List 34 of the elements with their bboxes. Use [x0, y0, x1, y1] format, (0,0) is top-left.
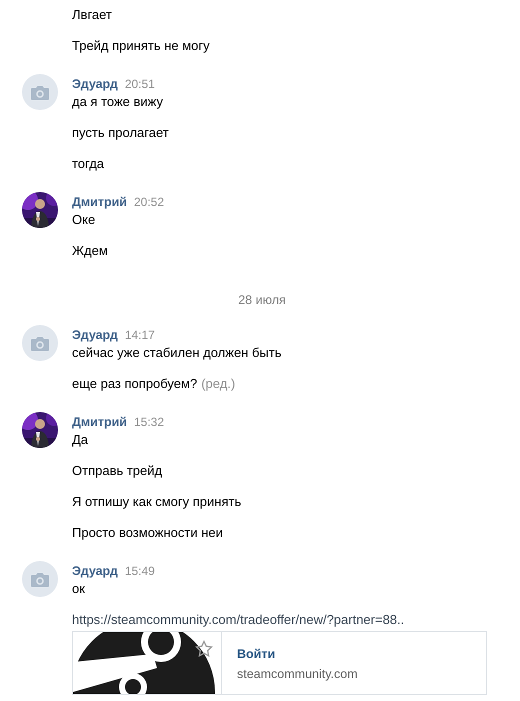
message-text: Да	[72, 431, 88, 449]
camera-icon	[30, 336, 50, 350]
message-text: да я тоже вижу	[72, 93, 164, 111]
author-link[interactable]: Эдуард	[72, 326, 118, 344]
preview-title: Войти	[237, 646, 276, 662]
message-time[interactable]: 15:49	[124, 562, 155, 580]
edited-label: (ред.)	[201, 375, 236, 393]
camera-icon	[30, 572, 50, 586]
author-link[interactable]: Дмитрий	[72, 413, 127, 431]
message-time[interactable]: 14:17	[124, 326, 155, 344]
message-text: ок	[72, 580, 85, 598]
link-preview-card[interactable]: Войти steamcommunity.com	[72, 631, 487, 695]
author-link[interactable]: Эдуард	[72, 75, 118, 93]
message-text: Лвгает	[72, 6, 112, 24]
message-text: Оке	[72, 211, 96, 229]
message-text: сейчас уже стабилен должен быть	[72, 344, 282, 362]
message-text: пусть пролагает	[72, 124, 169, 142]
message-text: Ждем	[72, 242, 108, 260]
message-text: Трейд принять не могу	[72, 37, 210, 55]
message-time[interactable]: 20:52	[134, 193, 164, 211]
author-link[interactable]: Дмитрий	[72, 193, 127, 211]
author-link[interactable]: Эдуард	[72, 562, 118, 580]
message-text: Я отпишу как смогу принять	[72, 493, 242, 511]
preview-domain: steamcommunity.com	[237, 666, 358, 682]
message-link[interactable]: https://steamcommunity.com/tradeoffer/new/?partner=88..	[72, 611, 404, 629]
message-time[interactable]: 15:32	[134, 413, 164, 431]
message-text: еще раз попробуем?	[72, 375, 198, 393]
star-icon[interactable]	[195, 640, 213, 658]
message-text: тогда	[72, 155, 104, 173]
message-time[interactable]: 20:51	[124, 75, 155, 93]
message-text: Отправь трейд	[72, 462, 162, 480]
date-divider: 28 июля	[237, 292, 286, 309]
camera-icon	[30, 84, 50, 100]
message-text: Просто возможности неи	[72, 524, 223, 542]
